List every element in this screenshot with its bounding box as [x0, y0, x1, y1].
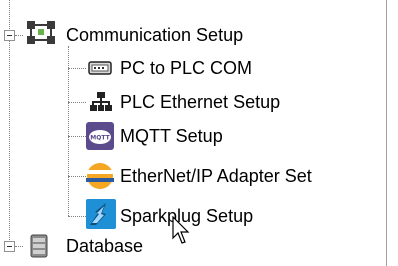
tree-item-database[interactable]: Database: [66, 229, 143, 263]
tree-item-mqtt-setup[interactable]: MQTT Setup: [120, 119, 223, 153]
tree-connector-children: [68, 46, 69, 216]
tree-connector-communication: [15, 35, 23, 36]
tree-item-label: Database: [66, 236, 144, 256]
tree-connector-sparkplug: [68, 216, 86, 217]
mqtt-icon: MQTT: [86, 122, 114, 150]
tree-item-plc-ethernet-setup[interactable]: PLC Ethernet Setup: [120, 85, 280, 119]
tree-item-label: EtherNet/IP Adapter Set: [120, 166, 312, 186]
database-icon: [30, 234, 48, 258]
collapse-toggle-database[interactable]: [4, 241, 15, 252]
sparkplug-icon: [86, 199, 116, 229]
tree-connector-database: [15, 246, 23, 247]
communication-setup-icon: [27, 21, 55, 44]
tree-item-label: PLC Ethernet Setup: [120, 92, 281, 112]
tree-item-pc-to-plc-com[interactable]: PC to PLC COM: [120, 51, 252, 85]
tree-item-communication-setup[interactable]: Communication Setup: [66, 18, 243, 52]
tree-item-label: MQTT Setup: [120, 126, 223, 146]
mouse-pointer-icon: [172, 216, 190, 244]
tree-item-label: PC to PLC COM: [120, 58, 253, 78]
tree-item-label: Communication Setup: [66, 25, 244, 45]
tree-item-ethernet-ip-adapter-setup[interactable]: EtherNet/IP Adapter Set: [120, 159, 312, 193]
tree-connector-pc-to-plc: [68, 68, 86, 69]
mqtt-icon-text: MQTT: [90, 135, 110, 142]
navigation-tree: Communication Setup PC to PLC COM PLC Et…: [0, 0, 386, 266]
tree-connector-root-lower: [9, 40, 10, 240]
network-icon: [90, 92, 112, 111]
serial-port-icon: [88, 61, 112, 75]
tree-connector-mqtt: [68, 136, 86, 137]
tree-connector-plc-ethernet: [68, 102, 86, 103]
ethernet-ip-icon: [86, 163, 114, 189]
tree-connector-ethernet-ip: [68, 176, 86, 177]
panel-divider: [386, 0, 387, 266]
collapse-toggle-communication[interactable]: [4, 30, 15, 41]
